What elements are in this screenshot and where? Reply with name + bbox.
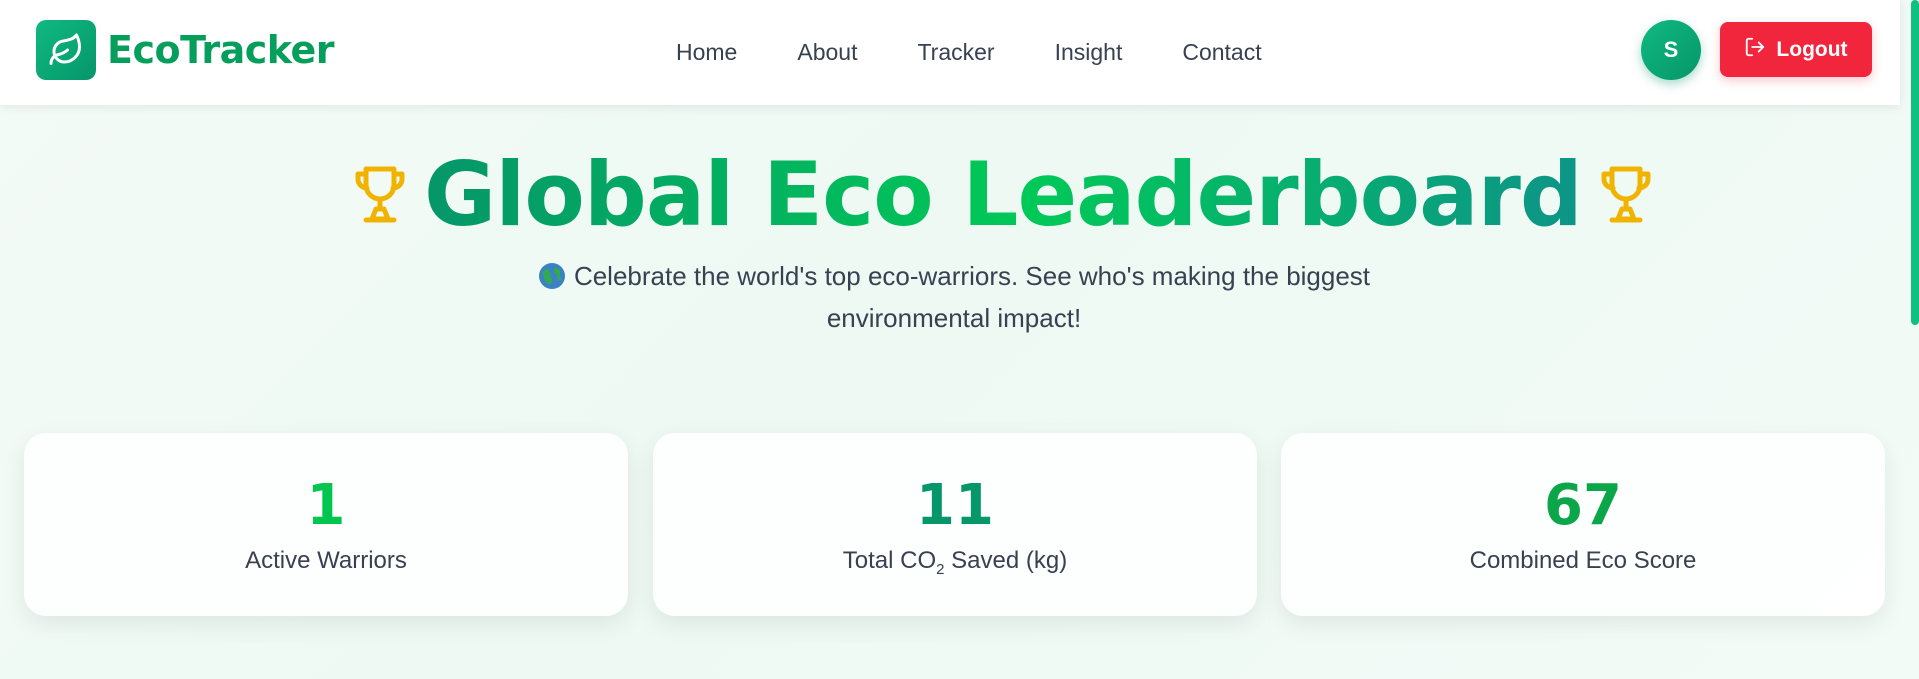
leaf-icon [36,20,96,80]
avatar-initial: S [1663,37,1679,62]
nav-link-insight[interactable]: Insight [1055,39,1123,66]
stat-card-co2-saved: 11 Total CO2 Saved (kg) [653,433,1257,616]
logout-icon [1744,36,1766,64]
user-avatar[interactable]: S [1641,20,1701,80]
nav-link-home[interactable]: Home [676,39,737,66]
trophy-icon [352,164,408,224]
page-scrollbar-thumb[interactable] [1911,0,1919,325]
stat-label-prefix: Total CO [842,547,937,574]
main-nav: Home About Tracker Insight Contact [676,0,1322,105]
stat-label: Total CO2 Saved (kg) [653,547,1257,578]
nav-link-contact[interactable]: Contact [1182,39,1261,66]
logout-label: Logout [1776,37,1848,61]
logout-button[interactable]: Logout [1720,22,1872,77]
stat-label: Combined Eco Score [1469,547,1697,574]
stat-card-eco-score: 67 Combined Eco Score [1281,433,1885,616]
brand-logo[interactable]: EcoTracker [36,20,335,80]
subtitle-line-2: environmental impact! [826,303,1082,333]
stat-value: 1 [306,473,346,538]
trophy-icon [1598,164,1654,224]
stat-value: 11 [916,473,994,538]
nav-link-about[interactable]: About [797,39,857,66]
nav-link-tracker[interactable]: Tracker [917,39,994,66]
page-subtitle: Celebrate the world's top eco-warriors. … [450,255,1458,339]
brand-name: EcoTracker [107,28,335,72]
stat-label-suffix: Saved (kg) [944,547,1068,574]
stat-card-active-warriors: 1 Active Warriors [24,433,628,616]
navbar: EcoTracker Home About Tracker Insight Co… [0,0,1900,105]
stat-value: 67 [1544,473,1622,538]
stat-label: Active Warriors [245,547,407,574]
globe-icon [538,260,566,289]
hero-title-row: Global Eco Leaderboard [352,143,1651,246]
page-title: Global Eco Leaderboard [424,142,1583,246]
stat-label-subscript: 2 [936,560,945,578]
subtitle-line-1: Celebrate the world's top eco-warriors. … [573,261,1371,291]
